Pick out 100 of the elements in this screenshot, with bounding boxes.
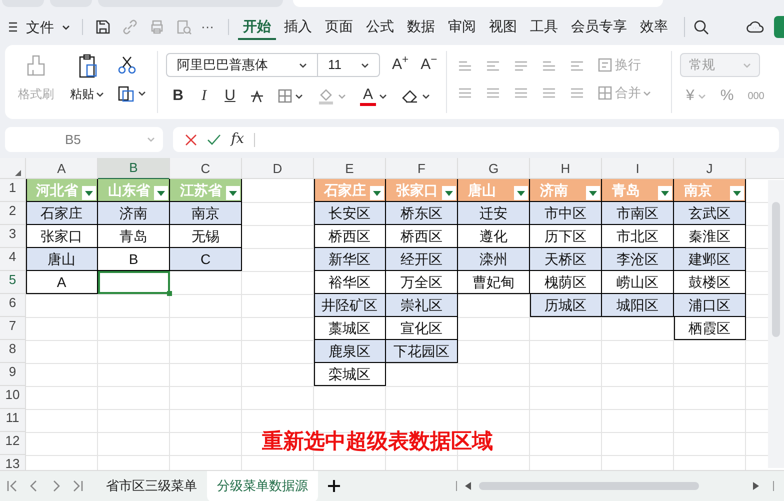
name-box[interactable]: B5: [5, 127, 163, 152]
table-cell: 长安区: [314, 202, 386, 225]
menu-icon[interactable]: [8, 21, 18, 33]
table-cell: 经开区: [386, 248, 458, 271]
sheet-tab[interactable]: 分级菜单数据源: [207, 470, 318, 501]
justify-icon[interactable]: [541, 86, 556, 100]
underline-button[interactable]: U: [224, 85, 236, 108]
table-cell: 崂山区: [602, 271, 674, 294]
decrease-font-button[interactable]: A$^{−}$: [420, 54, 438, 76]
row-header[interactable]: 1: [0, 179, 26, 202]
table-cell: 历城区: [530, 294, 602, 317]
font-color-button[interactable]: A: [360, 86, 388, 106]
scrollbar-thumb[interactable]: [479, 482, 699, 490]
ribbon-tab[interactable]: 审阅: [443, 14, 481, 40]
ribbon-tab[interactable]: 公式: [361, 14, 399, 40]
filter-button[interactable]: [82, 186, 96, 200]
ribbon-tab[interactable]: 会员专享: [566, 14, 632, 40]
share-button[interactable]: [774, 16, 784, 38]
filter-button[interactable]: [586, 186, 600, 200]
ribbon-tab[interactable]: 工具: [525, 14, 563, 40]
row-header[interactable]: 11: [0, 409, 26, 432]
row-header[interactable]: 3: [0, 225, 26, 248]
ribbon-tab[interactable]: 开始: [238, 14, 276, 40]
table-cell: 藁城区: [314, 317, 386, 340]
triangle-icon: [445, 190, 453, 196]
more-button[interactable]: ···: [201, 17, 214, 37]
scissors-icon[interactable]: [117, 55, 137, 75]
cloud-icon[interactable]: [746, 20, 764, 34]
table-cell: 井陉矿区: [314, 294, 386, 317]
row-header[interactable]: 9: [0, 363, 26, 386]
ribbon-tab[interactable]: 效率: [635, 14, 673, 40]
caret-icon: [643, 90, 651, 96]
filter-button[interactable]: [226, 186, 240, 200]
table-cell: 城阳区: [602, 294, 674, 317]
align-left-icon[interactable]: [457, 86, 472, 100]
filter-button[interactable]: [730, 186, 744, 200]
table-cell: 浦口区: [674, 294, 746, 317]
save-icon[interactable]: [95, 19, 111, 35]
print-icon[interactable]: [149, 19, 165, 35]
row-header[interactable]: 12: [0, 432, 26, 455]
table-cell: 石家庄: [26, 202, 98, 225]
caret-icon: [62, 24, 70, 30]
font-name-field[interactable]: 阿里巴巴普惠体: [166, 53, 318, 77]
annotation-text: 重新选中超级表数据区域: [262, 428, 493, 455]
fill-handle[interactable]: [167, 291, 172, 296]
table-cell: 青岛: [98, 225, 170, 248]
increase-font-button[interactable]: A$^{+}$: [392, 54, 409, 76]
paste-button[interactable]: 粘贴: [65, 53, 109, 103]
table-cell: 万全区: [386, 271, 458, 294]
link-icon[interactable]: [122, 19, 138, 35]
italic-button[interactable]: I: [198, 85, 210, 108]
grid-icon: [278, 89, 292, 104]
close-icon[interactable]: [185, 134, 197, 146]
align-center-icon[interactable]: [485, 86, 500, 100]
row-header[interactable]: 2: [0, 202, 26, 225]
first-sheet-icon[interactable]: [6, 480, 18, 492]
select-all-icon[interactable]: [15, 170, 21, 176]
paint-bucket-icon: [317, 87, 335, 106]
header-cell: 南京: [674, 179, 746, 202]
row-header[interactable]: 13: [0, 455, 26, 470]
file-menu[interactable]: 文件: [26, 16, 70, 38]
clear-format-button[interactable]: [401, 88, 430, 104]
align-right-icon[interactable]: [513, 86, 528, 100]
row-header[interactable]: 4: [0, 248, 26, 271]
sheet-tab[interactable]: 省市区三级菜单: [96, 470, 207, 501]
triangle-icon: [661, 190, 669, 196]
filter-button[interactable]: [442, 186, 456, 200]
scroll-left-icon[interactable]: [465, 482, 471, 490]
table-cell: 李沧区: [602, 248, 674, 271]
borders-button[interactable]: [278, 89, 303, 104]
font-size-field[interactable]: 11: [318, 53, 380, 77]
filter-button[interactable]: [370, 186, 384, 200]
add-sheet-icon[interactable]: [328, 480, 340, 492]
row-header[interactable]: 8: [0, 340, 26, 363]
ribbon-tab[interactable]: 插入: [279, 14, 317, 40]
scroll-right-icon[interactable]: [753, 482, 759, 490]
last-sheet-icon[interactable]: [72, 480, 84, 492]
strikethrough-icon[interactable]: [250, 89, 264, 104]
check-icon[interactable]: [207, 134, 221, 146]
bold-button[interactable]: B: [172, 85, 184, 108]
filter-button[interactable]: [514, 186, 528, 200]
fill-color-button[interactable]: [317, 87, 346, 106]
print-preview-icon[interactable]: [176, 19, 192, 35]
column-header[interactable]: B: [98, 158, 170, 180]
row-header[interactable]: 5: [0, 271, 26, 294]
distribute-icon[interactable]: [569, 86, 584, 100]
row-header[interactable]: 6: [0, 294, 26, 317]
search-icon[interactable]: [693, 19, 709, 35]
filter-button[interactable]: [154, 186, 168, 200]
header-cell: 青岛: [602, 179, 674, 202]
function-label[interactable]: fx: [231, 129, 244, 150]
row-header[interactable]: 10: [0, 386, 26, 409]
ribbon-tab[interactable]: 视图: [484, 14, 522, 40]
table-cell: B: [98, 248, 170, 271]
filter-button[interactable]: [658, 186, 672, 200]
ribbon-tab[interactable]: 页面: [320, 14, 358, 40]
formula-field[interactable]: fx: [173, 127, 779, 152]
row-header[interactable]: 7: [0, 317, 26, 340]
scrollbar[interactable]: [768, 180, 784, 468]
ribbon-tab[interactable]: 数据: [402, 14, 440, 40]
